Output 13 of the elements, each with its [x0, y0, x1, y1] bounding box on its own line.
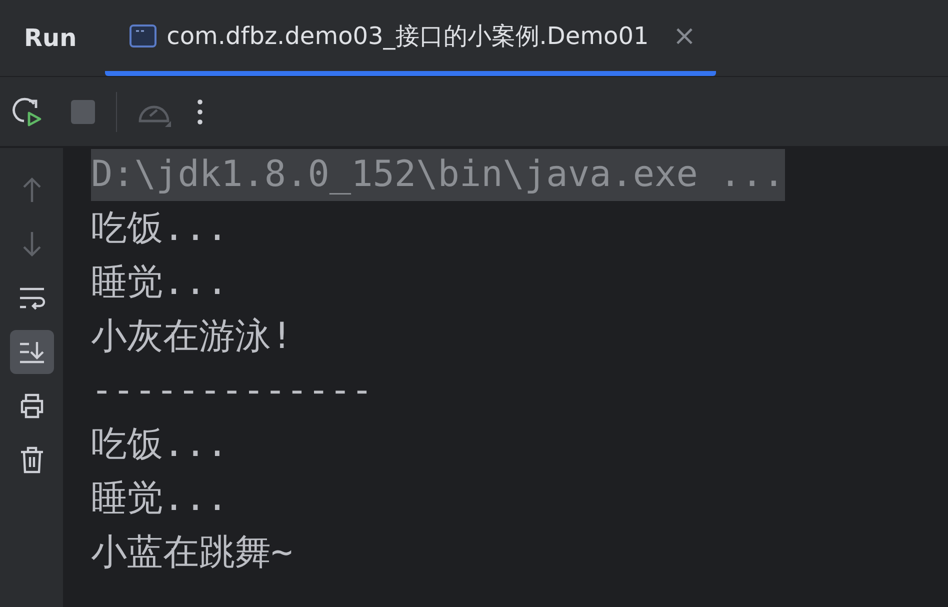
output-line: 小灰在游泳!	[91, 315, 293, 359]
console-icon	[128, 24, 157, 48]
panel-title: Run	[24, 24, 77, 52]
output-line: 吃饭...	[91, 423, 228, 467]
output-line: -------------	[91, 369, 373, 413]
more-icon[interactable]	[197, 98, 203, 124]
close-button[interactable]: ×	[672, 19, 696, 52]
output-line: 小蓝在跳舞~	[91, 531, 293, 575]
output-line: 吃饭...	[91, 207, 228, 251]
output-line: 睡觉...	[91, 261, 228, 305]
rerun-icon[interactable]	[12, 96, 44, 128]
scroll-to-end-button[interactable]	[10, 330, 54, 374]
output-line: 睡觉...	[91, 477, 228, 521]
